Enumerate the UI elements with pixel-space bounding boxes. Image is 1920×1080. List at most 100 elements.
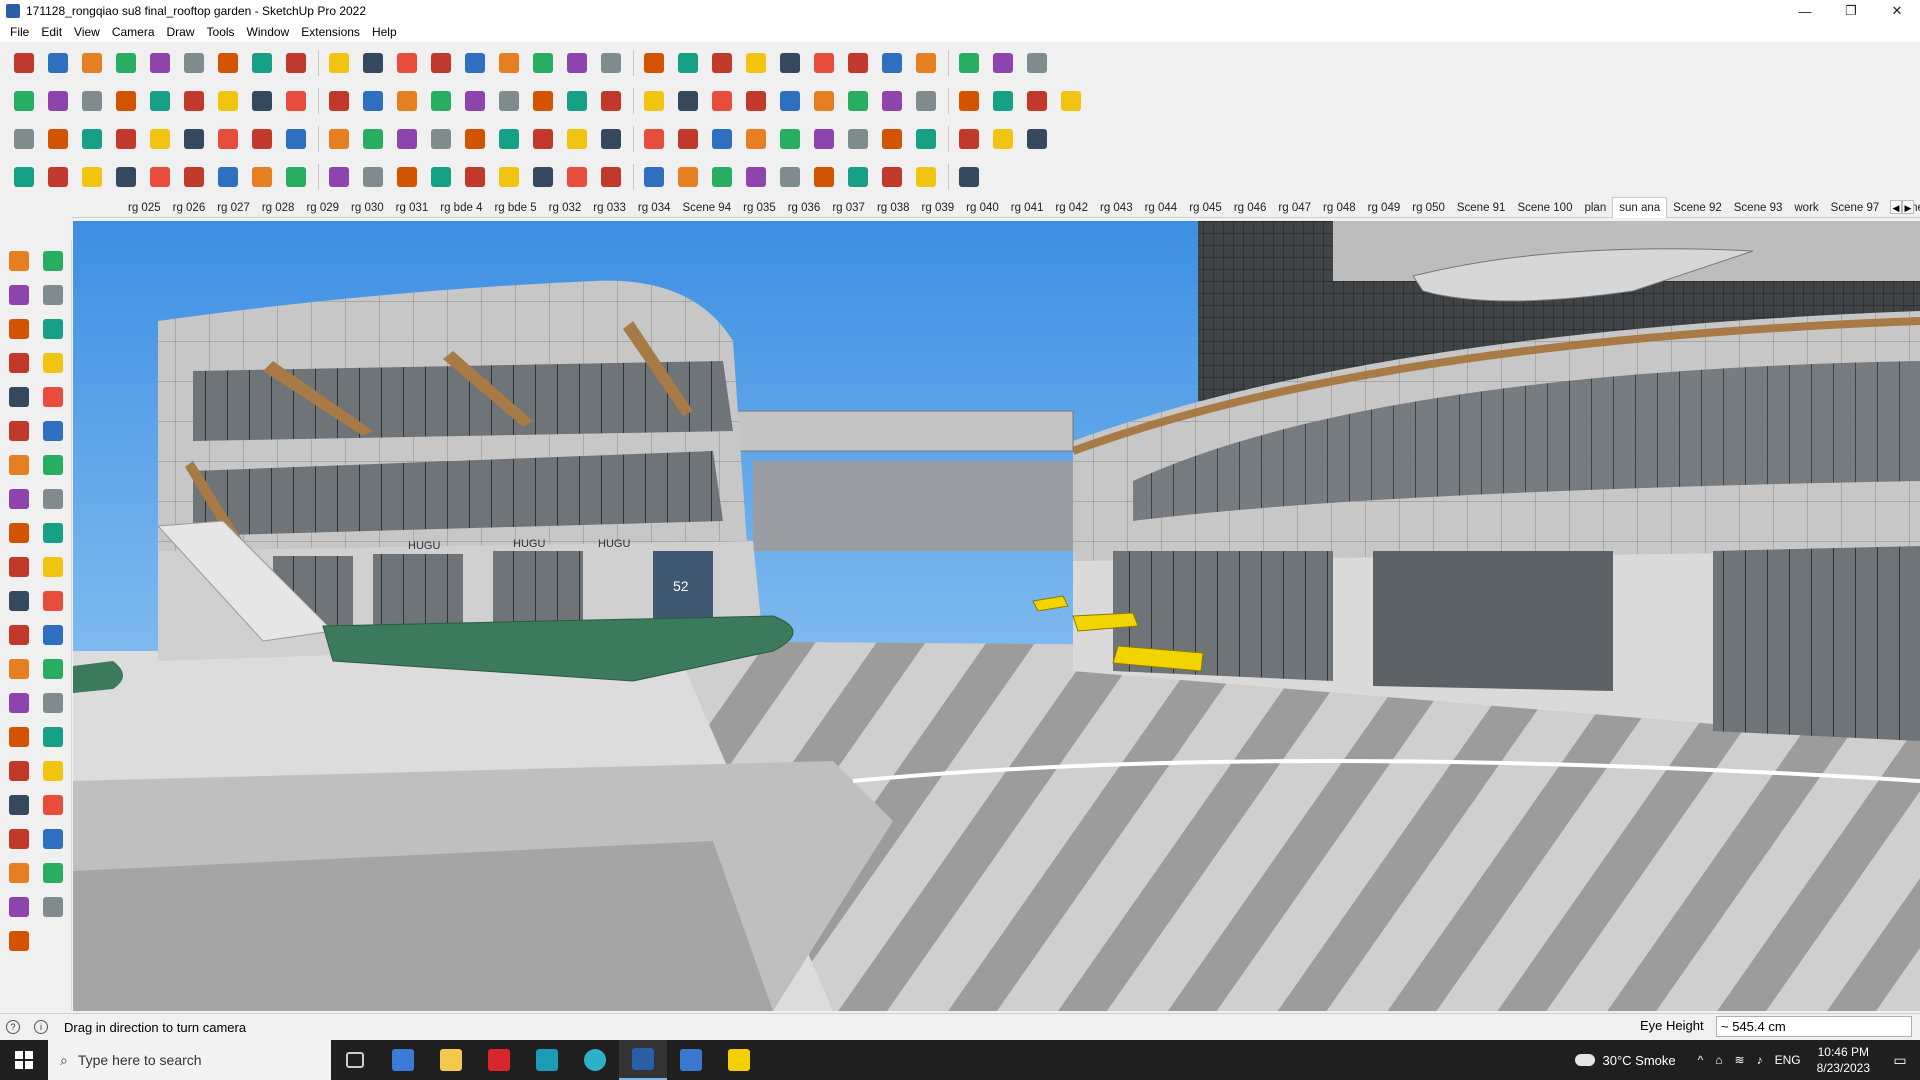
scene-tab[interactable]: rg 038 [871, 198, 916, 218]
photos-icon[interactable] [667, 1040, 715, 1080]
select-icon[interactable] [42, 48, 73, 78]
cross-icon[interactable] [953, 124, 984, 154]
text-icon[interactable] [425, 48, 456, 78]
followme-icon[interactable] [38, 552, 68, 582]
arrows-icon[interactable] [672, 162, 703, 192]
scene-tab[interactable]: Scene 97 [1825, 198, 1886, 218]
trim-icon[interactable] [212, 86, 243, 116]
scene-tab[interactable]: rg 037 [826, 198, 871, 218]
triangle-icon[interactable] [561, 162, 592, 192]
menu-file[interactable]: File [4, 25, 35, 39]
tape-icon[interactable] [38, 314, 68, 344]
home-icon[interactable] [638, 86, 669, 116]
orbit2-icon[interactable] [4, 722, 34, 752]
scene-tab[interactable]: rg 026 [167, 198, 212, 218]
red-square-icon[interactable] [212, 162, 243, 192]
menu-extensions[interactable]: Extensions [295, 25, 366, 39]
taskbar-search[interactable]: ⌕ Type here to search [48, 1040, 331, 1080]
file-explorer-icon[interactable] [427, 1040, 475, 1080]
red-plus-icon[interactable] [425, 162, 456, 192]
bucket-icon[interactable] [706, 162, 737, 192]
red-square-icon[interactable] [212, 124, 243, 154]
green-plus-icon[interactable] [459, 162, 490, 192]
subtract-icon[interactable] [178, 86, 209, 116]
smooth-icon[interactable] [357, 86, 388, 116]
function-icon[interactable] [706, 86, 737, 116]
menu-window[interactable]: Window [241, 25, 296, 39]
front-view-icon[interactable] [76, 86, 107, 116]
pan-icon[interactable] [38, 722, 68, 752]
scene-tab[interactable]: rg 029 [300, 198, 345, 218]
split-icon[interactable] [246, 86, 277, 116]
outer-shell-icon[interactable] [323, 86, 354, 116]
paint-icon[interactable] [4, 280, 34, 310]
orbit-icon[interactable] [38, 246, 68, 276]
yellow-plane-icon[interactable] [76, 162, 107, 192]
bracket-icon[interactable] [808, 162, 839, 192]
component-icon[interactable] [774, 162, 805, 192]
curvature-icon[interactable] [178, 124, 209, 154]
pushpull-icon[interactable] [212, 48, 243, 78]
scene-tab[interactable]: Scene 91 [1451, 198, 1512, 218]
mesh-icon[interactable] [876, 124, 907, 154]
scene-tab[interactable]: rg 043 [1094, 198, 1139, 218]
text-icon[interactable] [38, 654, 68, 684]
undo-icon[interactable] [953, 48, 984, 78]
mountain-icon[interactable] [527, 124, 558, 154]
loop-icon[interactable] [987, 86, 1018, 116]
scene-tab[interactable]: rg 048 [1317, 198, 1362, 218]
scene-tab[interactable]: plan [1578, 198, 1612, 218]
info-icon[interactable]: i [34, 1020, 48, 1034]
select-arrow-icon[interactable] [4, 246, 34, 276]
solid-tools-icon[interactable] [110, 86, 141, 116]
freehand-icon[interactable] [38, 348, 68, 378]
language-indicator[interactable]: ENG [1775, 1053, 1801, 1067]
scene-tab[interactable]: rg 032 [543, 198, 588, 218]
yellow-plane-icon[interactable] [76, 124, 107, 154]
chain-icon[interactable] [357, 124, 388, 154]
display-icon[interactable] [4, 892, 34, 922]
knife-icon[interactable] [774, 86, 805, 116]
blue-plane-icon[interactable] [42, 124, 73, 154]
scene-tab[interactable]: rg 046 [1228, 198, 1273, 218]
followme-icon[interactable] [246, 48, 277, 78]
cross-icon[interactable] [953, 162, 984, 192]
notification-icon[interactable]: ▭ [1880, 1040, 1920, 1080]
sketchup-task-icon[interactable] [619, 1040, 667, 1080]
iso-view-icon[interactable] [8, 86, 39, 116]
minimize-button[interactable]: — [1782, 0, 1828, 22]
arrows-icon[interactable] [672, 124, 703, 154]
mesh-icon[interactable] [876, 162, 907, 192]
component-icon[interactable] [4, 314, 34, 344]
pushpull-icon[interactable] [38, 518, 68, 548]
stamp-icon[interactable] [527, 86, 558, 116]
garage-icon[interactable] [672, 86, 703, 116]
blue-box-icon[interactable] [8, 162, 39, 192]
bucket-icon[interactable] [706, 124, 737, 154]
line-icon[interactable] [4, 348, 34, 378]
axis-icon[interactable] [110, 162, 141, 192]
axes-icon[interactable] [4, 688, 34, 718]
polygon-icon[interactable] [38, 416, 68, 446]
nudge-icon[interactable] [144, 162, 175, 192]
menu-help[interactable]: Help [366, 25, 403, 39]
sticky-notes-icon[interactable] [715, 1040, 763, 1080]
loop-tool-icon[interactable] [595, 162, 626, 192]
table-icon[interactable] [246, 124, 277, 154]
pipe-icon[interactable] [391, 162, 422, 192]
blue-plane-icon[interactable] [42, 162, 73, 192]
acrobat-icon[interactable] [475, 1040, 523, 1080]
bracket-icon[interactable] [808, 124, 839, 154]
green-plus-icon[interactable] [459, 124, 490, 154]
lasso-icon[interactable] [144, 48, 175, 78]
scene-tab[interactable]: rg 028 [256, 198, 301, 218]
scene-tab[interactable]: rg 035 [737, 198, 782, 218]
intersect-icon[interactable] [280, 86, 311, 116]
curve-icon[interactable] [953, 86, 984, 116]
scene-tab[interactable]: Scene 93 [1728, 198, 1789, 218]
scene-tab[interactable]: rg 040 [960, 198, 1005, 218]
scene-tab[interactable]: rg bde 4 [434, 198, 488, 218]
shadows-icon[interactable] [706, 48, 737, 78]
menu-edit[interactable]: Edit [35, 25, 68, 39]
model-viewport[interactable]: HUGU HUGU HUGU 52 [73, 221, 1920, 1011]
